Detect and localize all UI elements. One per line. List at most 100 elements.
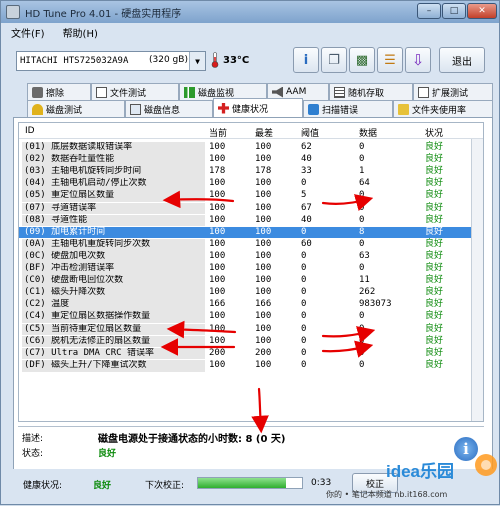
cell-data: 0 xyxy=(359,323,365,334)
cell-data: 0 xyxy=(359,335,365,346)
table-row[interactable]: (C6) 脱机无法修正的扇区数量 100 100 0 0 良好 xyxy=(19,335,483,348)
tab-extra-tests[interactable]: 扩展测试 xyxy=(413,83,493,100)
cell-cur: 100 xyxy=(209,214,226,225)
tab-erase[interactable]: 擦除 xyxy=(27,83,91,100)
table-row[interactable]: (04) 主轴电机启动/停止次数 100 100 0 64 良好 xyxy=(19,178,483,191)
menu-file[interactable]: 文件(F) xyxy=(11,25,45,40)
attribute-name: (DF) 磁头上升/下降重试次数 xyxy=(22,359,205,372)
scrollbar[interactable] xyxy=(471,139,483,421)
cell-worst: 100 xyxy=(255,142,272,152)
attribute-name: (01) 底层数据读取错误率 xyxy=(22,142,205,154)
cell-data: 0 xyxy=(359,347,365,358)
save-icon[interactable]: ▩ xyxy=(349,47,375,73)
col-data[interactable]: 数据 xyxy=(359,126,377,139)
col-threshold[interactable]: 阈值 xyxy=(301,126,319,139)
table-row[interactable]: (0A) 主轴电机重旋转同步次数 100 100 60 0 良好 xyxy=(19,238,483,251)
table-row[interactable]: (01) 底层数据读取错误率 100 100 62 0 良好 xyxy=(19,142,483,154)
cell-thr: 40 xyxy=(301,154,312,165)
col-id[interactable]: ID xyxy=(25,126,35,136)
health-panel: ID 当前 最差 阈值 数据 状况 (01) 底层数据读取错误率 100 100 62… xyxy=(13,117,493,499)
cell-thr: 0 xyxy=(301,263,307,273)
desc-text: 磁盘电源处于接通状态的小时数: 8 (0 天) xyxy=(98,434,286,445)
tab-folder-usage[interactable]: 文件夹使用率 xyxy=(393,100,493,117)
attribute-name: (0A) 主轴电机重旋转同步次数 xyxy=(22,238,205,251)
close-button[interactable]: ✕ xyxy=(467,3,497,19)
table-row[interactable]: (02) 数据吞吐量性能 100 100 40 0 良好 xyxy=(19,154,483,166)
table-row[interactable]: (0C) 硬盘加电次数 100 100 0 63 良好 xyxy=(19,250,483,263)
attribute-name: (C5) 当前待重定位扇区数量 xyxy=(22,323,205,336)
cell-data: 983073 xyxy=(359,299,392,310)
desc-label: 描述: xyxy=(22,434,44,444)
tab-disk-info[interactable]: 磁盘信息 xyxy=(125,100,213,117)
temperature-value: 33°C xyxy=(223,55,250,66)
tab-random-access[interactable]: 随机存取 xyxy=(329,83,413,100)
cell-cur: 166 xyxy=(209,299,226,310)
cell-status: 良好 xyxy=(425,335,444,346)
cell-status: 良好 xyxy=(425,263,444,273)
cell-worst: 100 xyxy=(255,178,272,189)
tab-benchmark[interactable]: 磁盘测试 xyxy=(27,100,125,117)
attribute-name: (C0) 硬盘断电回位次数 xyxy=(22,275,205,287)
menu-help[interactable]: 帮助(H) xyxy=(63,25,98,40)
col-current[interactable]: 当前 xyxy=(209,126,227,139)
minimize-button[interactable]: – xyxy=(417,3,441,19)
cell-worst: 178 xyxy=(255,166,272,177)
info-tool-icon[interactable]: i xyxy=(293,47,319,73)
table-row[interactable]: (C5) 当前待重定位扇区数量 100 100 0 0 良好 xyxy=(19,323,483,336)
table-row[interactable]: (C0) 硬盘断电回位次数 100 100 0 11 良好 xyxy=(19,275,483,287)
health-cross-icon xyxy=(218,102,229,114)
table-row[interactable]: (07) 寻道错误率 100 100 67 0 良好 xyxy=(19,202,483,215)
tab-error-scan[interactable]: 扫描错误 xyxy=(303,100,393,117)
cell-worst: 100 xyxy=(255,359,272,370)
title-bar[interactable]: HD Tune Pro 4.01 - 硬盘实用程序 – □ ✕ xyxy=(1,1,499,23)
watermark-tagline: 你的 • 笔记本频道 nb.it168.com xyxy=(326,490,448,499)
watermark-brand: idea乐园 xyxy=(386,462,455,481)
cell-cur: 100 xyxy=(209,275,226,286)
table-row[interactable]: (C2) 温度 166 166 0 983073 良好 xyxy=(19,299,483,312)
cell-data: 0 xyxy=(359,154,365,165)
chevron-down-icon[interactable]: ▼ xyxy=(189,52,205,70)
cell-data: 8 xyxy=(359,226,365,237)
cell-worst: 100 xyxy=(255,263,272,273)
table-row[interactable]: (03) 主轴电机旋转同步时间 178 178 33 1 良好 xyxy=(19,166,483,178)
table-row[interactable]: (DF) 磁头上升/下降重试次数 100 100 0 0 良好 xyxy=(19,359,483,372)
cell-data: 0 xyxy=(359,263,365,273)
tab-health[interactable]: 健康状况 xyxy=(213,98,303,117)
cell-thr: 0 xyxy=(301,323,307,334)
progress-fill xyxy=(198,478,287,488)
cell-cur: 100 xyxy=(209,202,226,213)
tab-file-test[interactable]: 文件测试 xyxy=(91,83,179,100)
toolbar: HITACHI HTS725032A9A (320 gB) ▼ 33°C i ❐… xyxy=(1,43,499,77)
cell-data: 1 xyxy=(359,166,365,177)
cell-status: 良好 xyxy=(425,287,444,298)
col-worst[interactable]: 最差 xyxy=(255,126,273,139)
table-row[interactable]: (C7) Ultra DMA CRC 错误率 200 200 0 0 良好 xyxy=(19,347,483,360)
disk-info-icon xyxy=(130,103,141,115)
folder-icon xyxy=(398,103,409,115)
cell-data: 0 xyxy=(359,202,365,213)
cell-worst: 100 xyxy=(255,335,272,346)
exit-button[interactable]: 退出 xyxy=(439,47,485,73)
table-row[interactable]: (C4) 重定位扇区数据操作数量 100 100 0 0 良好 xyxy=(19,311,483,324)
col-status[interactable]: 状况 xyxy=(425,126,443,139)
cell-status: 良好 xyxy=(425,214,444,225)
table-row[interactable]: (BF) 冲击检测错误率 100 100 0 0 良好 xyxy=(19,263,483,275)
table-row[interactable]: (C1) 磁头升降次数 100 100 0 262 良好 xyxy=(19,287,483,299)
copy-icon[interactable]: ❐ xyxy=(321,47,347,73)
maximize-button[interactable]: □ xyxy=(442,3,466,19)
smart-attribute-list[interactable]: ID 当前 最差 阈值 数据 状况 (01) 底层数据读取错误率 100 100 62… xyxy=(18,122,484,422)
cell-thr: 0 xyxy=(301,287,307,298)
drive-select[interactable]: HITACHI HTS725032A9A (320 gB) ▼ xyxy=(16,51,206,71)
attribute-name: (C1) 磁头升降次数 xyxy=(22,287,205,299)
attribute-name: (09) 加电累计时间 xyxy=(22,226,205,239)
cell-data: 262 xyxy=(359,287,376,298)
settings-icon[interactable]: ☰ xyxy=(377,47,403,73)
table-row[interactable]: (05) 重定位扇区数量 100 100 5 0 良好 xyxy=(19,190,483,203)
next-check-progress xyxy=(197,477,303,489)
table-row[interactable]: (09) 加电累计时间 100 100 0 8 良好 xyxy=(19,226,483,239)
cell-worst: 100 xyxy=(255,190,272,201)
table-row[interactable]: (08) 寻道性能 100 100 40 0 良好 xyxy=(19,214,483,227)
cell-worst: 100 xyxy=(255,323,272,334)
download-arrow-icon[interactable]: ⇩ xyxy=(405,47,431,73)
cell-data: 0 xyxy=(359,238,365,249)
